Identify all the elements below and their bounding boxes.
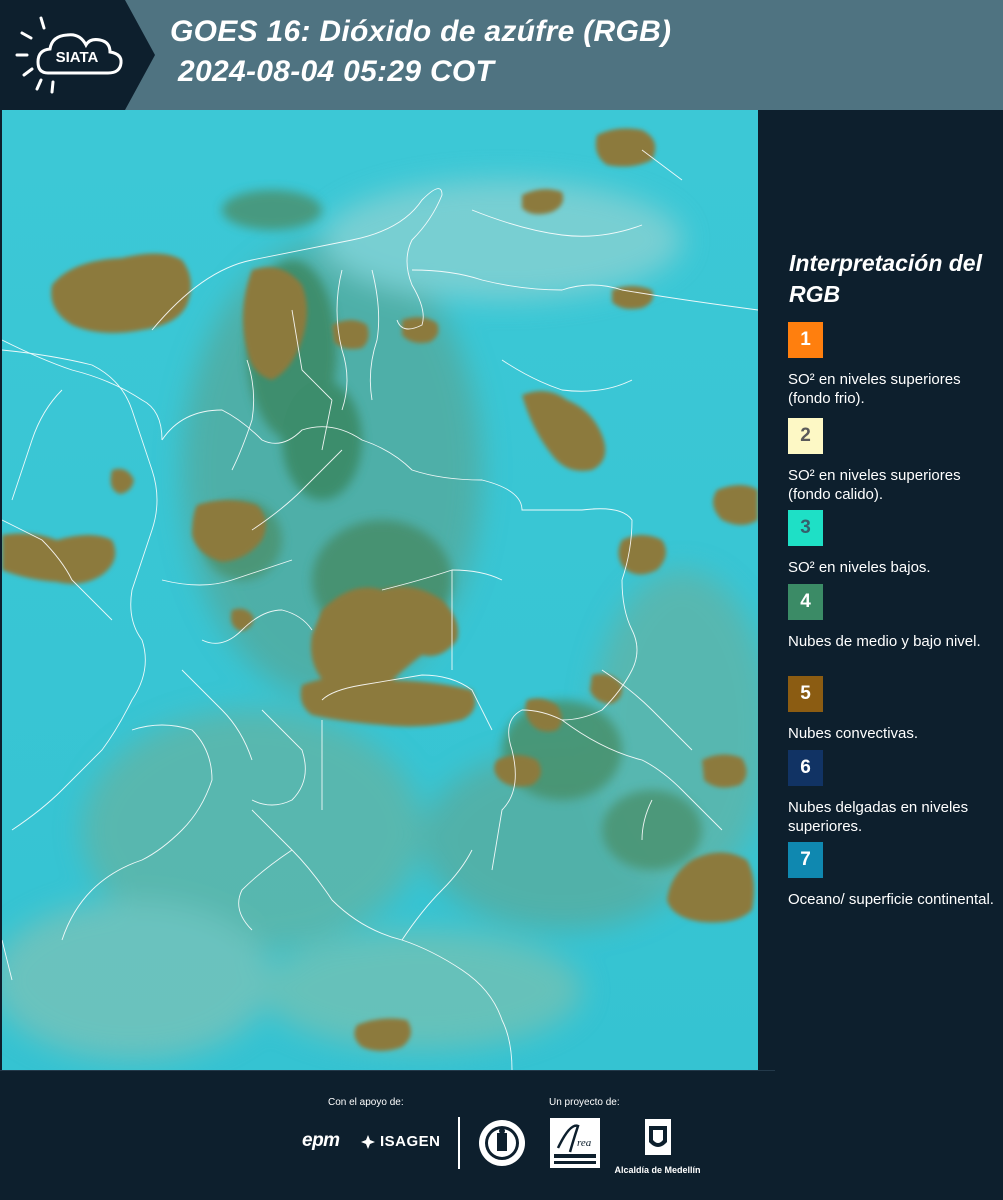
support-label: Con el apoyo de: xyxy=(328,1097,404,1108)
area-metropolitana-logo: rea xyxy=(550,1118,600,1173)
project-label: Un proyecto de: xyxy=(549,1097,620,1108)
legend-swatch-5: 5 xyxy=(788,676,823,712)
legend-item-3: 3 SO² en niveles bajos. xyxy=(788,510,1000,577)
legend-item-4: 4 Nubes de medio y bajo nivel. xyxy=(788,584,1000,651)
siata-logo-text: SIATA xyxy=(56,49,99,66)
legend-label-5: Nubes convectivas. xyxy=(788,725,919,742)
legend-item-7: 7 Oceano/ superficie continental. xyxy=(788,842,1000,909)
legend-label-7: Oceano/ superficie continental. xyxy=(788,891,994,908)
isagen-mark-icon xyxy=(361,1134,375,1149)
legend-swatch-4: 4 xyxy=(788,584,823,620)
page-title: GOES 16: Dióxido de azúfre (RGB) xyxy=(170,15,672,48)
legend-swatch-3: 3 xyxy=(788,510,823,546)
footer-divider-line xyxy=(0,1070,775,1071)
siata-logo: SIATA xyxy=(0,0,155,110)
legend-label-4: Nubes de medio y bajo nivel. xyxy=(788,633,981,650)
isagen-logo-text: ISAGEN xyxy=(380,1133,441,1150)
alcaldia-medellin-logo: Alcaldía de Medellín xyxy=(610,1118,705,1175)
medellin-seal-icon xyxy=(477,1118,527,1173)
legend-item-5: 5 Nubes convectivas. xyxy=(788,676,1000,743)
legend-label-3: SO² en niveles bajos. xyxy=(788,559,931,576)
legend-item-6: 6 Nubes delgadas en niveles superiores. xyxy=(788,750,1000,836)
legend-swatch-2: 2 xyxy=(788,418,823,454)
footer-vertical-divider xyxy=(458,1117,460,1169)
legend-item-2: 2 SO² en niveles superiores (fondo calid… xyxy=(788,418,1000,504)
legend-swatch-7: 7 xyxy=(788,842,823,878)
header-bar: SIATA GOES 16: Dióxido de azúfre (RGB) 2… xyxy=(0,0,1003,110)
legend-item-1: 1 SO² en niveles superiores (fondo frio)… xyxy=(788,322,1000,408)
legend-swatch-6: 6 xyxy=(788,750,823,786)
legend-label-1: SO² en niveles superiores (fondo frio). xyxy=(788,371,961,407)
alcaldia-text: Alcaldía de Medellín xyxy=(614,1165,701,1175)
satellite-rgb-map xyxy=(2,110,758,1070)
epm-logo: epm xyxy=(302,1130,340,1151)
legend-swatch-1: 1 xyxy=(788,322,823,358)
svg-text:rea: rea xyxy=(577,1137,592,1149)
legend-title: Interpretación del RGB xyxy=(789,250,982,307)
image-datetime: 2024-08-04 05:29 COT xyxy=(178,55,495,88)
isagen-logo: ISAGEN xyxy=(360,1133,441,1150)
rgb-legend-panel: Interpretación del RGB 1 SO² en niveles … xyxy=(760,110,1003,1070)
legend-label-6: Nubes delgadas en niveles superiores. xyxy=(788,799,969,835)
footer: Con el apoyo de: Un proyecto de: epm ISA… xyxy=(0,1070,1003,1200)
legend-label-2: SO² en niveles superiores (fondo calido)… xyxy=(788,467,961,503)
alcaldia-shield-icon xyxy=(644,1119,671,1155)
